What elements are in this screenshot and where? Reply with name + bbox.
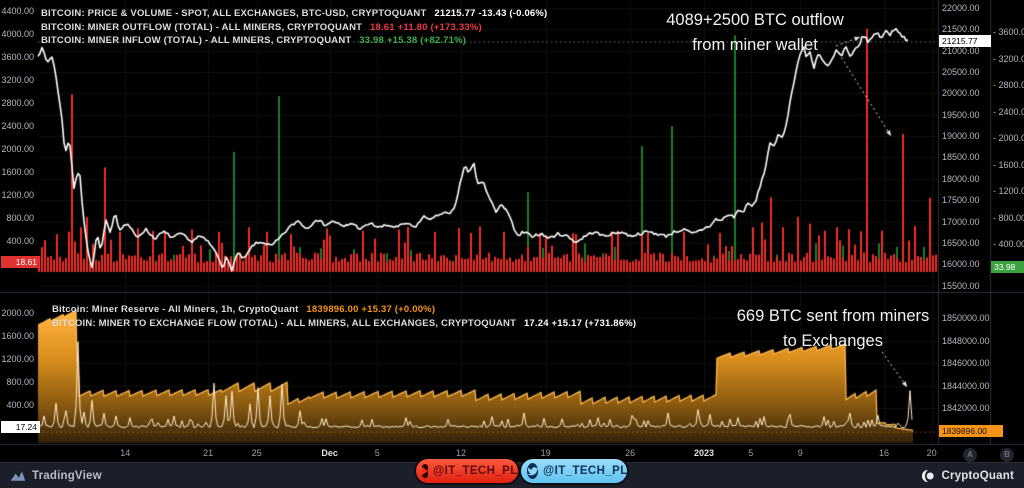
axis-tick-label: 16000.00 <box>942 259 980 269</box>
legend-reserve-label: Bitcoin: Miner Reserve - All Miners, 1h,… <box>52 304 299 315</box>
tradingview-logo-icon <box>10 469 26 483</box>
axis-tick-label: 17000.00 <box>942 217 980 227</box>
tradingview-link[interactable]: TradingView <box>10 469 102 483</box>
axis-tick-label: 2800.00 <box>0 98 34 108</box>
time-tick-label: 12 <box>447 448 475 458</box>
axis-tick-label: 3200.00 <box>0 75 34 85</box>
axis-tick-label: - 2000.00 <box>993 133 1024 143</box>
youtube-handle: @IT_TECH_PL <box>433 465 518 477</box>
axis-tick-label: 1600.00 <box>0 331 34 341</box>
axis-tick-label: 1844000.00 <box>942 381 990 391</box>
axis-tick-label: 4000.00 <box>0 29 34 39</box>
axis-tick-label: - 1200.00 <box>993 186 1024 196</box>
cryptoquant-label: CryptoQuant <box>942 470 1014 482</box>
legend-price-label: BITCOIN: PRICE & VOLUME - SPOT, ALL EXCH… <box>41 8 427 19</box>
legend-row-reserve[interactable]: Bitcoin: Miner Reserve - All Miners, 1h,… <box>52 303 636 317</box>
legend-flow-value: 17.24 +15.17 (+731.86%) <box>524 318 636 329</box>
cryptoquant-link[interactable]: CryptoQuant <box>920 469 1014 483</box>
axis-tick-label: 20500.00 <box>942 67 980 77</box>
outflow-value-box: 18.61 <box>1 256 40 268</box>
price-value-box: 21215.77 <box>939 35 991 47</box>
axis-tick-label: 21500.00 <box>942 24 980 34</box>
axis-tick-label: 2000.00 <box>0 308 34 318</box>
axis-tick-label: 20000.00 <box>942 88 980 98</box>
chart-app: BITCOIN: PRICE & VOLUME - SPOT, ALL EXCH… <box>0 0 1024 488</box>
axis-tick-label: 800.00 <box>0 377 34 387</box>
axis-tick-label: 1850000.00 <box>942 313 990 323</box>
axis-tick-label: 1848000.00 <box>942 336 990 346</box>
legend-price-value: 21215.77 -13.43 (-0.06%) <box>434 8 547 19</box>
axis-tick-label: 2400.00 <box>0 121 34 131</box>
time-tick-label: 14 <box>111 448 139 458</box>
axis-tick-label: 1846000.00 <box>942 358 990 368</box>
legend-inflow-value: 33.98 +15.38 (+82.71%) <box>359 35 466 46</box>
time-tick-label: Dec <box>316 448 344 458</box>
axis-tick-label: 17500.00 <box>942 195 980 205</box>
legend-row-price[interactable]: BITCOIN: PRICE & VOLUME - SPOT, ALL EXCH… <box>41 7 547 21</box>
axis-tick-label: 800.00 <box>0 213 34 223</box>
time-tick-label: 25 <box>243 448 271 458</box>
youtube-icon <box>422 464 428 478</box>
axis-tick-label: 1200.00 <box>0 190 34 200</box>
axis-tick-label: 15500.00 <box>942 281 980 291</box>
axis-tick-label: 4400.00 <box>0 6 34 16</box>
time-tick-label: 5 <box>363 448 391 458</box>
cryptoquant-logo-icon <box>920 469 936 483</box>
axis-tick-label: 19500.00 <box>942 110 980 120</box>
legend-row-outflow[interactable]: BITCOIN: MINER OUTFLOW (TOTAL) - ALL MIN… <box>41 21 547 35</box>
axis-tick-label: 1200.00 <box>0 354 34 364</box>
axis-tick-label: - 3200.00 <box>993 54 1024 64</box>
axis-tick-label: 1600.00 <box>0 167 34 177</box>
axis-tick-label: 16500.00 <box>942 238 980 248</box>
time-tick-label: 2023 <box>690 448 718 458</box>
legend-flow-label: BITCOIN: MINER TO EXCHANGE FLOW (TOTAL) … <box>52 318 516 329</box>
time-tick-label: 21 <box>194 448 222 458</box>
axis-tick-label: 2000.00 <box>0 144 34 154</box>
axis-tick-label: - 3600.00 <box>993 27 1024 37</box>
axis-tick-label: 21000.00 <box>942 46 980 56</box>
axis-tick-label: - 2800.00 <box>993 80 1024 90</box>
axis-tick-label: 400.00 <box>0 400 34 410</box>
legend-top: BITCOIN: PRICE & VOLUME - SPOT, ALL EXCH… <box>41 7 547 48</box>
time-tick-label: 9 <box>786 448 814 458</box>
flow-value-box: 17.24 <box>1 421 40 433</box>
twitter-handle: @IT_TECH_PL <box>543 465 628 477</box>
axis-tick-label: 18500.00 <box>942 152 980 162</box>
axis-tick-label: 1842000.00 <box>942 403 990 413</box>
inflow-value-box: 33.98 <box>991 261 1024 273</box>
annotation-exchange-flow[interactable]: 669 BTC sent from miners to Exchanges <box>733 304 933 354</box>
axis-tick-label: 19000.00 <box>942 131 980 141</box>
axis-tick-label: - 1600.00 <box>993 160 1024 170</box>
youtube-badge: @IT_TECH_PL <box>416 459 518 483</box>
chart-canvas[interactable] <box>0 0 1024 462</box>
legend-reserve-value: 1839896.00 +15.37 (+0.00%) <box>306 304 435 315</box>
legend-inflow-label: BITCOIN: MINER INFLOW (TOTAL) - ALL MINE… <box>41 35 351 46</box>
legend-row-inflow[interactable]: BITCOIN: MINER INFLOW (TOTAL) - ALL MINE… <box>41 34 547 48</box>
time-tick-label: 19 <box>532 448 560 458</box>
twitter-icon <box>527 463 538 479</box>
time-tick-label: 20 <box>918 448 946 458</box>
scale-a-button[interactable]: A <box>963 448 977 462</box>
time-tick-label: 5 <box>737 448 765 458</box>
legend-row-flow[interactable]: BITCOIN: MINER TO EXCHANGE FLOW (TOTAL) … <box>52 317 636 331</box>
time-tick-label: 26 <box>616 448 644 458</box>
time-tick-label: 16 <box>870 448 898 458</box>
legend-outflow-value: 18.61 +11.80 (+173.33%) <box>370 22 482 33</box>
reserve-value-box: 1839896.00 <box>939 425 1003 437</box>
scale-b-button[interactable]: B <box>1000 448 1014 462</box>
twitter-badge: @IT_TECH_PL <box>521 459 627 483</box>
axis-tick-label: 3600.00 <box>0 52 34 62</box>
annotation-miner-outflow[interactable]: 4089+2500 BTC outflow from miner wallet <box>655 8 855 58</box>
tradingview-label: TradingView <box>32 470 102 482</box>
legend-bottom: Bitcoin: Miner Reserve - All Miners, 1h,… <box>52 303 636 330</box>
axis-tick-label: 18000.00 <box>942 174 980 184</box>
legend-outflow-label: BITCOIN: MINER OUTFLOW (TOTAL) - ALL MIN… <box>41 22 362 33</box>
axis-tick-label: - 800.00 <box>993 213 1024 223</box>
axis-tick-label: - 2400.00 <box>993 107 1024 117</box>
axis-tick-label: - 400.00 <box>993 239 1024 249</box>
axis-tick-label: 400.00 <box>0 236 34 246</box>
axis-tick-label: 22000.00 <box>942 3 980 13</box>
